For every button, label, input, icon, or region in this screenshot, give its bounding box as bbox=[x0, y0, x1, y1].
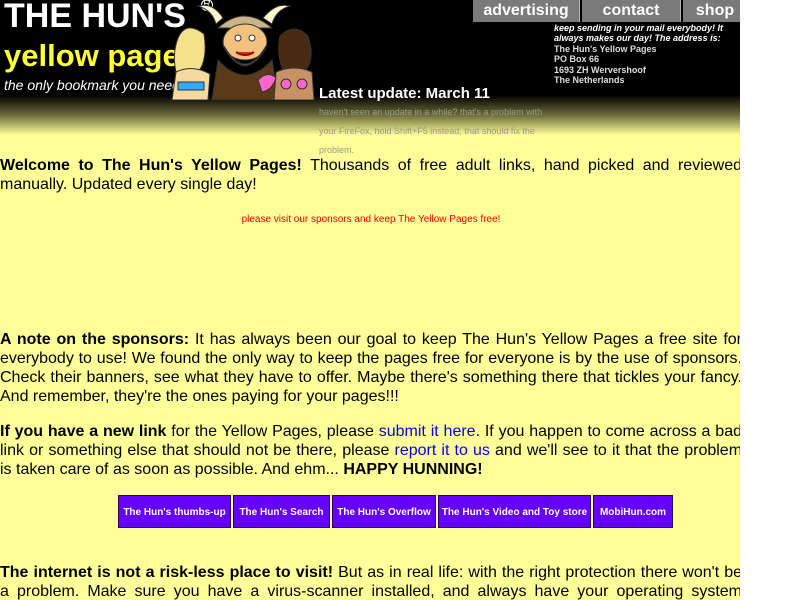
safety-lead: The internet is not a risk-less place to… bbox=[0, 564, 334, 581]
sponsors-section: A note on the sponsors: It has always be… bbox=[0, 330, 740, 406]
address-line: PO Box 66 bbox=[554, 54, 600, 65]
logo-title[interactable]: THE HUN'S bbox=[4, 0, 186, 36]
submit-link[interactable]: submit it here bbox=[379, 423, 476, 440]
sponsor-notice: please visit our sponsors and keep The Y… bbox=[241, 214, 501, 225]
nav-contact[interactable]: contact bbox=[582, 0, 681, 22]
new-link-section: If you have a new link for the Yellow Pa… bbox=[0, 422, 740, 479]
mail-address: keep sending in your mail everybody! It … bbox=[554, 23, 740, 85]
search-button[interactable]: The Hun's Search bbox=[233, 495, 330, 528]
safety-paragraph: The internet is not a risk-less place to… bbox=[0, 563, 740, 600]
header: THE HUN'S R yellow pages the only bookma… bbox=[0, 0, 740, 155]
welcome-paragraph: Welcome to The Hun's Yellow Pages! Thous… bbox=[0, 156, 740, 194]
main-content: Welcome to The Hun's Yellow Pages! Thous… bbox=[0, 156, 740, 194]
new-link-paragraph: If you have a new link for the Yellow Pa… bbox=[0, 422, 740, 479]
safety-section: The internet is not a risk-less place to… bbox=[0, 563, 740, 600]
address-note: keep sending in your mail everybody! It … bbox=[554, 23, 724, 44]
address-line: 1693 ZH Wervershoof bbox=[554, 64, 646, 75]
video-toy-store-button[interactable]: The Hun's Video and Toy store bbox=[438, 495, 591, 528]
happy-hunning: HAPPY HUNNING! bbox=[343, 461, 483, 478]
report-link[interactable]: report it to us bbox=[395, 442, 490, 459]
promo-button-row: The Hun's thumbs-up The Hun's Search The… bbox=[118, 495, 673, 528]
thumbs-up-button[interactable]: The Hun's thumbs-up bbox=[118, 495, 231, 528]
sponsors-paragraph: A note on the sponsors: It has always be… bbox=[0, 330, 740, 406]
hun-mascot-image bbox=[171, 4, 315, 100]
nav-advertising[interactable]: advertising bbox=[473, 0, 580, 22]
latest-update-text: haven't seen an update in a while? that'… bbox=[319, 107, 543, 155]
latest-update-title: Latest update: March 11 bbox=[319, 85, 490, 102]
page: THE HUN'S R yellow pages the only bookma… bbox=[0, 0, 740, 600]
top-nav: advertising contact shop bbox=[473, 0, 740, 22]
address-line: The Hun's Yellow Pages bbox=[554, 43, 657, 54]
nav-shop[interactable]: shop bbox=[683, 0, 740, 22]
sponsors-lead: A note on the sponsors: bbox=[0, 331, 190, 348]
overflow-button[interactable]: The Hun's Overflow bbox=[332, 495, 436, 528]
address-line: The Netherlands bbox=[554, 75, 625, 86]
new-link-text: for the Yellow Pages, please bbox=[166, 423, 379, 440]
mobihun-button[interactable]: MobiHun.com bbox=[593, 495, 673, 528]
welcome-lead: Welcome to The Hun's Yellow Pages! bbox=[0, 157, 302, 174]
logo-tagline: the only bookmark you need! bbox=[4, 77, 184, 93]
new-link-lead: If you have a new link bbox=[0, 423, 167, 440]
